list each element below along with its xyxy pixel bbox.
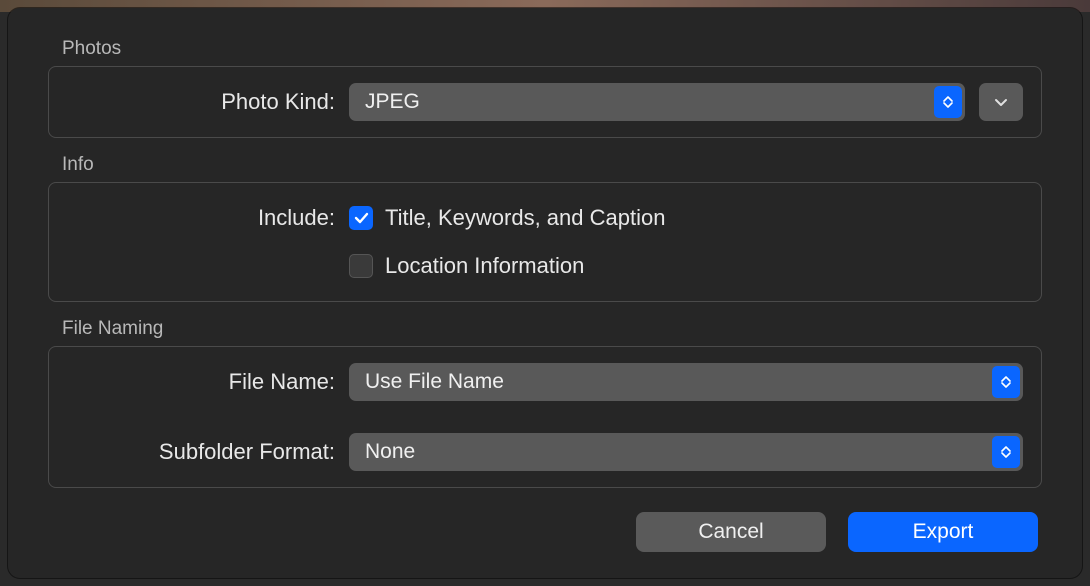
- file-naming-group: File Name: Use File Name Subfolder Forma…: [48, 346, 1042, 488]
- photo-kind-select[interactable]: JPEG: [349, 83, 965, 121]
- subfolder-format-value: None: [365, 440, 415, 464]
- subfolder-format-label: Subfolder Format:: [67, 439, 335, 465]
- photo-kind-label: Photo Kind:: [67, 89, 335, 115]
- chevron-down-icon: [994, 98, 1008, 107]
- export-button[interactable]: Export: [848, 512, 1038, 552]
- file-name-value: Use File Name: [365, 370, 504, 394]
- include-label: Include:: [67, 205, 335, 231]
- export-dialog: Photos Photo Kind: JPEG Info Include:: [8, 8, 1082, 578]
- info-section-label: Info: [62, 154, 1042, 176]
- location-information-label: Location Information: [385, 253, 584, 279]
- file-naming-section-label: File Naming: [62, 318, 1042, 340]
- subfolder-format-select[interactable]: None: [349, 433, 1023, 471]
- updown-icon: [934, 86, 962, 118]
- file-name-label: File Name:: [67, 369, 335, 395]
- photos-group: Photo Kind: JPEG: [48, 66, 1042, 138]
- title-keywords-caption-label: Title, Keywords, and Caption: [385, 205, 665, 231]
- check-icon: [354, 212, 369, 224]
- cancel-button[interactable]: Cancel: [636, 512, 826, 552]
- disclosure-button[interactable]: [979, 83, 1023, 121]
- info-group: Include: Title, Keywords, and Caption Lo…: [48, 182, 1042, 302]
- updown-icon: [992, 436, 1020, 468]
- dialog-buttons: Cancel Export: [48, 512, 1042, 552]
- file-name-select[interactable]: Use File Name: [349, 363, 1023, 401]
- title-keywords-caption-checkbox[interactable]: [349, 206, 373, 230]
- updown-icon: [992, 366, 1020, 398]
- location-information-checkbox[interactable]: [349, 254, 373, 278]
- photos-section-label: Photos: [62, 38, 1042, 60]
- photo-kind-value: JPEG: [365, 90, 420, 114]
